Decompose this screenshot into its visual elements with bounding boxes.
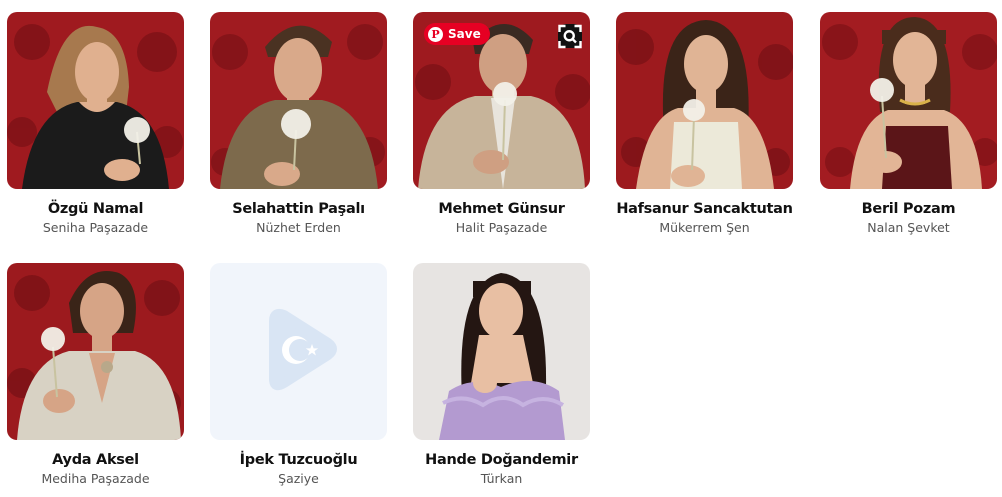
cast-card[interactable]: Özgü Namal Seniha Paşazade bbox=[7, 12, 184, 235]
cast-photo-placeholder[interactable] bbox=[210, 263, 387, 440]
save-label: Save bbox=[448, 27, 481, 41]
character-name: Nüzhet Erden bbox=[256, 220, 341, 235]
character-name: Türkan bbox=[480, 471, 523, 486]
cast-photo[interactable]: P Save bbox=[413, 12, 590, 189]
cast-photo[interactable] bbox=[210, 12, 387, 189]
visual-search-button[interactable] bbox=[558, 24, 582, 48]
actor-name[interactable]: İpek Tuzcuoğlu bbox=[210, 452, 387, 468]
play-logo-icon bbox=[269, 308, 337, 391]
actor-name[interactable]: Hande Doğandemir bbox=[413, 452, 590, 468]
cast-grid: Özgü Namal Seniha Paşazade Selahattin Pa… bbox=[0, 0, 1002, 497]
cast-card[interactable]: Beril Pozam Nalan Şevket bbox=[820, 12, 997, 235]
cast-photo[interactable] bbox=[7, 12, 184, 189]
character-name: Nalan Şevket bbox=[867, 220, 950, 235]
cast-card[interactable]: P Save Mehmet Günsur Halit Paşazade bbox=[413, 12, 590, 235]
cast-card[interactable]: Ayda Aksel Mediha Paşazade bbox=[7, 263, 184, 486]
character-name: Seniha Paşazade bbox=[42, 220, 149, 235]
character-name: Halit Paşazade bbox=[455, 220, 548, 235]
visual-search-icon bbox=[558, 24, 582, 48]
pinterest-save-button[interactable]: P Save bbox=[424, 23, 490, 45]
actor-name[interactable]: Mehmet Günsur bbox=[413, 201, 590, 217]
actor-name[interactable]: Hafsanur Sancaktutan bbox=[616, 201, 793, 217]
cast-photo[interactable] bbox=[820, 12, 997, 189]
pinterest-icon: P bbox=[428, 26, 443, 42]
actor-name[interactable]: Ayda Aksel bbox=[7, 452, 184, 468]
character-name: Şaziye bbox=[278, 471, 319, 486]
cast-card[interactable]: Hafsanur Sancaktutan Mükerrem Şen bbox=[616, 12, 793, 235]
cast-card[interactable]: Hande Doğandemir Türkan bbox=[413, 263, 590, 486]
cast-photo[interactable] bbox=[616, 12, 793, 189]
character-name: Mediha Paşazade bbox=[41, 471, 150, 486]
cast-photo[interactable] bbox=[7, 263, 184, 440]
actor-name[interactable]: Beril Pozam bbox=[820, 201, 997, 217]
cast-photo[interactable] bbox=[413, 263, 590, 440]
character-name: Mükerrem Şen bbox=[659, 220, 750, 235]
cast-card[interactable]: İpek Tuzcuoğlu Şaziye bbox=[210, 263, 387, 486]
cast-card[interactable]: Selahattin Paşalı Nüzhet Erden bbox=[210, 12, 387, 235]
actor-name[interactable]: Selahattin Paşalı bbox=[210, 201, 387, 217]
actor-name[interactable]: Özgü Namal bbox=[7, 201, 184, 217]
